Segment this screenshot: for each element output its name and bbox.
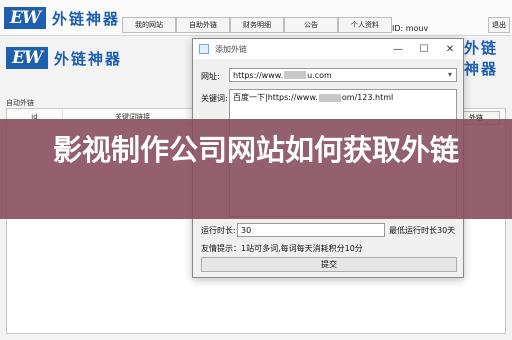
tab-finance[interactable]: 财务明细 [230,17,284,33]
keyword-value-end: om/123.html [341,93,394,102]
redacted-mask [284,71,307,79]
redacted-mask [318,93,341,102]
dialog-title: 添加外链 [215,44,247,54]
chevron-down-icon[interactable]: ▾ [448,70,452,79]
logo-mark: EW [6,47,48,69]
exit-button[interactable]: 退出 [488,17,510,33]
top-tabs: 我的网站 自助外链 财务明细 公告 个人资料 [122,17,392,33]
banner-logo: EW 外链神器 [6,46,122,70]
overlay-title: 影视制作公司网站如何获取外链 [52,133,459,167]
keyword-label: 关键词: [201,94,228,103]
keyword-value-start: 百度一下|https://www. [233,93,318,102]
url-label: 网址: [201,72,220,81]
tab-announcements[interactable]: 公告 [284,17,338,33]
logo-mark: EW [4,7,46,29]
run-duration-input[interactable]: 30 [237,223,385,237]
window-icon [199,44,209,54]
logo-text: 外链神器 [52,9,121,28]
logo-text: 外链神器 [54,49,123,68]
dialog-titlebar[interactable]: 添加外链 — ☐ ✕ [193,39,463,59]
window-controls: — ☐ ✕ [385,39,463,59]
banner-logo-right: 外链神器 [458,39,512,78]
title-overlay: 影视制作公司网站如何获取外链 [0,119,512,219]
url-select[interactable]: https://www. u.com ▾ [229,68,457,82]
url-value-end: u.com [307,70,332,80]
logo-text: 外链神器 [464,39,499,78]
tab-self-service-links[interactable]: 自助外链 [176,17,230,33]
submit-button[interactable]: 提交 [201,257,457,272]
run-duration-label: 运行时长: [201,226,236,235]
maximize-icon[interactable]: ☐ [411,39,437,59]
section-label: 自动外链 [6,99,34,107]
user-id: ID: mouv [392,24,429,33]
friendly-tip: 友情提示：1站可多词,每词每天消耗积分10分 [201,244,363,253]
app-logo: EW 外链神器 [4,6,120,30]
tab-my-sites[interactable]: 我的网站 [122,17,176,33]
top-banner: EW 外链神器 我的网站 自助外链 财务明细 公告 个人资料 ID: mouv … [0,0,512,36]
tab-profile[interactable]: 个人资料 [338,17,392,33]
url-value-start: https://www. [233,70,284,80]
minimize-icon[interactable]: — [385,39,411,59]
min-run-note: 最低运行时长30天 [389,226,456,235]
close-icon[interactable]: ✕ [437,39,463,59]
